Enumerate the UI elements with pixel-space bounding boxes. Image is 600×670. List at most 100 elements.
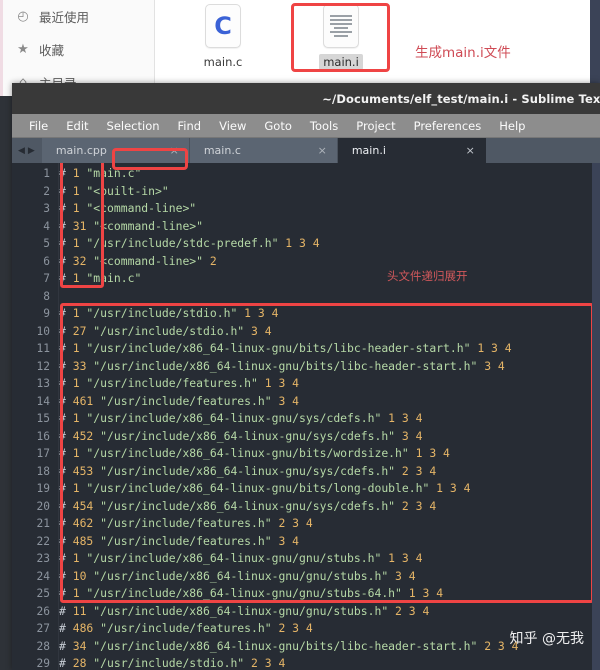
line-number: 28 bbox=[36, 639, 50, 653]
tab-main-c[interactable]: main.c × bbox=[189, 138, 338, 163]
line-text: # 28 "/usr/include/stdio.h" 2 3 4 bbox=[59, 655, 285, 670]
code-line: 5 # 1 "/usr/include/stdc-predef.h" 1 3 4 bbox=[12, 235, 600, 253]
menu-bar: File Edit Selection Find View Goto Tools… bbox=[12, 114, 600, 138]
line-text: # 454 "/usr/include/x86_64-linux-gnu/sys… bbox=[59, 498, 436, 516]
menu-item-project[interactable]: Project bbox=[347, 119, 404, 133]
file-manager-window: ◴ 最近使用 ★ 收藏 ⌂ 主目录 C main.c main.i bbox=[0, 0, 600, 96]
token-filename-string: "/usr/include/x86_64-linux-gnu/gnu/stubs… bbox=[79, 586, 402, 600]
token-hash: # bbox=[59, 446, 73, 460]
token-hash: # bbox=[59, 166, 73, 180]
token-line-number-directive: 34 bbox=[72, 638, 87, 653]
title-bar: ~/Documents/elf_test/main.i - Sublime Te… bbox=[12, 83, 600, 114]
code-line: 9 # 1 "/usr/include/stdio.h" 1 3 4 bbox=[12, 305, 600, 323]
token-flags: 3 4 bbox=[271, 393, 300, 408]
token-flags: 1 3 4 bbox=[278, 236, 320, 250]
token-hash: # bbox=[59, 481, 73, 495]
code-editor[interactable]: 1 # 1 "main.c" 2 # 1 "<built-in>" 3 # 1 "<com… bbox=[12, 163, 600, 670]
code-line: 20 # 454 "/usr/include/x86_64-linux-gnu/s… bbox=[12, 498, 600, 516]
token-hash: # bbox=[59, 568, 73, 583]
code-line: 25 # 1 "/usr/include/x86_64-linux-gnu/gnu… bbox=[12, 585, 600, 603]
token-filename-string: "/usr/include/x86_64-linux-gnu/bits/libc… bbox=[79, 341, 471, 355]
token-line-number-directive: 28 bbox=[72, 656, 87, 670]
line-text: # 1 "main.c" bbox=[59, 270, 141, 288]
menu-item-help[interactable]: Help bbox=[490, 119, 534, 133]
file-item-main-c[interactable]: C main.c bbox=[181, 4, 265, 70]
code-content[interactable]: 1 # 1 "main.c" 2 # 1 "<built-in>" 3 # 1 "<com… bbox=[12, 165, 600, 670]
token-flags: 1 3 4 bbox=[429, 481, 471, 495]
chevron-left-icon[interactable]: ◀ bbox=[18, 146, 25, 156]
token-flags: 2 3 4 bbox=[395, 463, 437, 478]
menu-item-preferences[interactable]: Preferences bbox=[405, 119, 491, 133]
token-filename-string: "/usr/include/x86_64-linux-gnu/bits/word… bbox=[79, 446, 409, 460]
line-number: 19 bbox=[36, 482, 50, 495]
star-icon: ★ bbox=[17, 41, 29, 57]
line-number: 25 bbox=[36, 587, 50, 600]
tab-scroll-arrows[interactable]: ◀ ▶ bbox=[12, 138, 42, 163]
line-text: # 33 "/usr/include/x86_64-linux-gnu/bits… bbox=[59, 358, 505, 376]
token-hash: # bbox=[59, 323, 73, 338]
token-flags: 1 3 4 bbox=[381, 411, 423, 425]
sidebar-item-recent[interactable]: ◴ 最近使用 bbox=[0, 0, 154, 33]
line-number: 27 bbox=[36, 622, 50, 635]
menu-item-file[interactable]: File bbox=[20, 119, 57, 133]
file-manager-sidebar: ◴ 最近使用 ★ 收藏 ⌂ 主目录 bbox=[0, 0, 155, 96]
editor-right-edge bbox=[592, 163, 600, 670]
line-number: 17 bbox=[36, 447, 50, 460]
sidebar-item-label: 最近使用 bbox=[39, 10, 90, 25]
line-text: # 1 "/usr/include/x86_64-linux-gnu/gnu/s… bbox=[59, 550, 422, 568]
line-text: # 462 "/usr/include/features.h" 2 3 4 bbox=[59, 515, 313, 533]
tab-label: main.c bbox=[203, 144, 241, 157]
menu-item-find[interactable]: Find bbox=[169, 119, 211, 133]
vertical-scrollbar[interactable] bbox=[586, 163, 592, 670]
token-hash: # bbox=[59, 376, 73, 390]
line-number: 23 bbox=[36, 552, 50, 565]
token-filename-string: "/usr/include/x86_64-linux-gnu/gnu/stubs… bbox=[86, 568, 389, 583]
line-number: 24 bbox=[36, 569, 50, 583]
token-filename-string: "/usr/include/features.h" bbox=[93, 393, 272, 408]
close-icon[interactable]: × bbox=[456, 144, 475, 157]
menu-item-tools[interactable]: Tools bbox=[301, 119, 347, 133]
token-line-number-directive: 1 bbox=[72, 341, 80, 355]
token-flags: 2 bbox=[203, 253, 217, 268]
token-hash: # bbox=[59, 411, 73, 425]
line-text: # 485 "/usr/include/features.h" 3 4 bbox=[59, 533, 299, 551]
token-filename-string: "/usr/include/x86_64-linux-gnu/bits/long… bbox=[79, 481, 430, 495]
token-line-number-directive: 1 bbox=[72, 306, 80, 320]
token-hash: # bbox=[59, 551, 73, 565]
close-icon[interactable]: × bbox=[308, 144, 327, 157]
chevron-right-icon[interactable]: ▶ bbox=[28, 146, 35, 156]
token-line-number-directive: 1 bbox=[72, 236, 80, 250]
menu-item-goto[interactable]: Goto bbox=[255, 119, 301, 133]
token-line-number-directive: 485 bbox=[72, 533, 94, 548]
menu-item-edit[interactable]: Edit bbox=[57, 119, 97, 133]
token-filename-string: "/usr/include/features.h" bbox=[93, 533, 272, 548]
code-line: 10 # 27 "/usr/include/stdio.h" 3 4 bbox=[12, 323, 600, 341]
line-text: # 10 "/usr/include/x86_64-linux-gnu/gnu/… bbox=[59, 568, 416, 586]
menu-item-selection[interactable]: Selection bbox=[98, 119, 169, 133]
token-hash: # bbox=[59, 498, 73, 513]
token-filename-string: "/usr/include/stdc-predef.h" bbox=[79, 236, 279, 250]
sidebar-item-label: 收藏 bbox=[39, 43, 65, 58]
token-line-number-directive: 486 bbox=[72, 621, 94, 635]
sidebar-item-starred[interactable]: ★ 收藏 bbox=[0, 33, 154, 66]
tab-main-i[interactable]: main.i × bbox=[337, 138, 486, 163]
token-line-number-directive: 1 bbox=[72, 166, 80, 180]
token-filename-string: "/usr/include/x86_64-linux-gnu/bits/libc… bbox=[86, 358, 478, 373]
token-hash: # bbox=[59, 603, 73, 618]
line-number: 20 bbox=[36, 499, 50, 513]
line-number: 5 bbox=[43, 237, 50, 250]
line-number: 12 bbox=[36, 359, 50, 373]
tab-bar-filler bbox=[485, 138, 600, 163]
code-line: 3 # 1 "<command-line>" bbox=[12, 200, 600, 218]
line-number: 4 bbox=[43, 219, 50, 233]
token-filename-string: "/usr/include/x86_64-linux-gnu/bits/libc… bbox=[86, 638, 478, 653]
line-number: 10 bbox=[36, 324, 50, 338]
token-hash: # bbox=[59, 516, 73, 530]
token-filename-string: "<command-line>" bbox=[86, 218, 204, 233]
token-flags: 1 3 4 bbox=[381, 551, 423, 565]
code-line: 6 # 32 "<command-line>" 2 bbox=[12, 253, 600, 271]
token-line-number-directive: 27 bbox=[72, 323, 87, 338]
token-line-number-directive: 453 bbox=[72, 463, 94, 478]
token-flags: 2 3 4 bbox=[388, 603, 430, 618]
menu-item-view[interactable]: View bbox=[210, 119, 255, 133]
